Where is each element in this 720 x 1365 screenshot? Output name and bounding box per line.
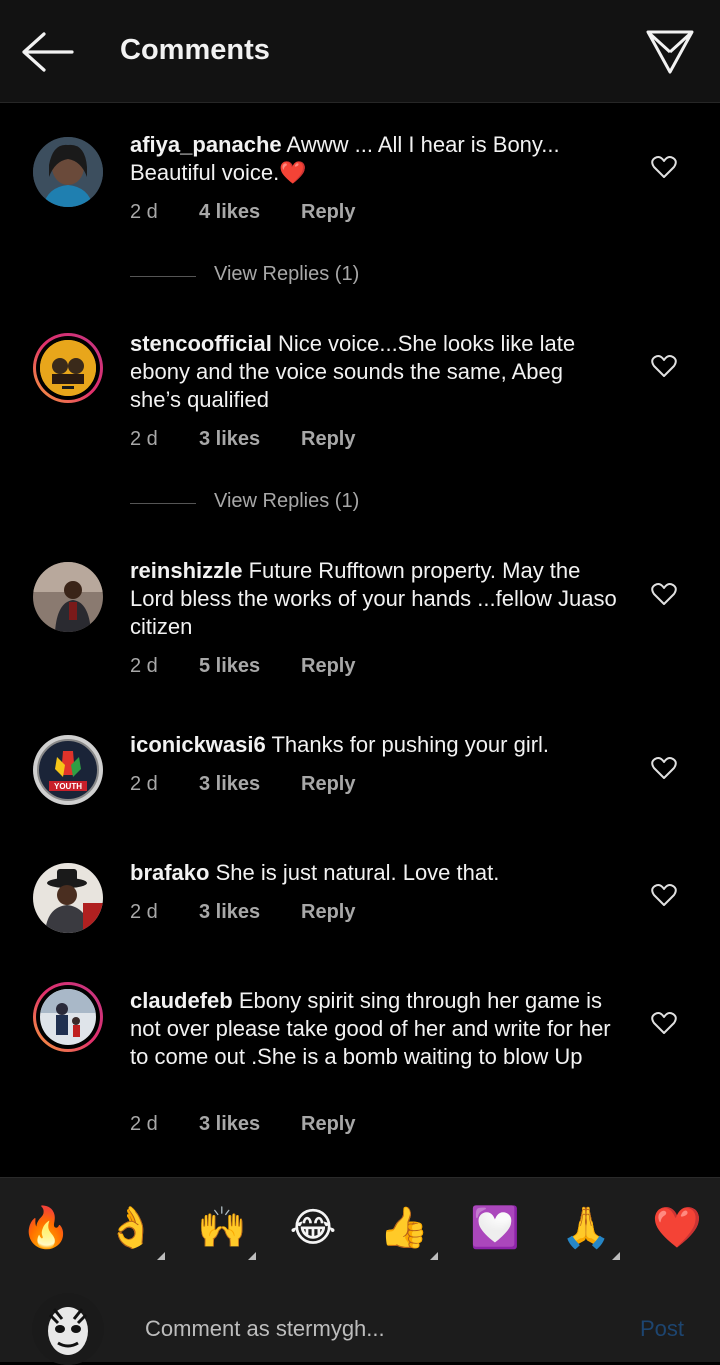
red-heart-emoji-button[interactable]: ❤️ bbox=[651, 1202, 703, 1254]
comment-text: reinshizzle Future Rufftown property. Ma… bbox=[130, 557, 620, 641]
like-heart-icon[interactable] bbox=[651, 582, 677, 606]
comment-text: iconickwasi6 Thanks for pushing your gir… bbox=[130, 731, 620, 759]
comment-time: 2 d bbox=[130, 773, 158, 795]
comment-text: stencoofficial Nice voice...She looks li… bbox=[130, 330, 620, 414]
view-replies-label: View Replies (1) bbox=[214, 490, 360, 512]
comment-time: 2 d bbox=[130, 201, 158, 223]
comment-username[interactable]: afiya_panache bbox=[130, 132, 282, 157]
comment-likes[interactable]: 3 likes bbox=[199, 773, 260, 796]
thumbs-up-emoji: 👍 bbox=[379, 1206, 429, 1250]
like-heart-icon[interactable] bbox=[651, 354, 677, 378]
ok-hand-emoji-button[interactable]: 👌 bbox=[105, 1202, 165, 1260]
reply-button[interactable]: Reply bbox=[301, 773, 355, 796]
back-arrow-icon[interactable] bbox=[20, 30, 76, 74]
comment-input[interactable] bbox=[143, 1311, 607, 1347]
svg-text:YOUTH: YOUTH bbox=[54, 782, 82, 791]
comment-likes[interactable]: 5 likes bbox=[199, 655, 260, 678]
avatar-image bbox=[40, 340, 96, 396]
skin-tone-indicator bbox=[612, 1252, 620, 1260]
current-user-avatar bbox=[32, 1293, 104, 1365]
user-photo-icon bbox=[40, 989, 96, 1045]
user-photo-icon bbox=[33, 562, 103, 632]
ok-hand-emoji: 👌 bbox=[106, 1206, 156, 1250]
comment-likes[interactable]: 3 likes bbox=[199, 428, 260, 451]
comment-time: 2 d bbox=[130, 428, 158, 450]
skin-tone-indicator bbox=[248, 1252, 256, 1260]
comment-text: claudefeb Ebony spirit sing through her … bbox=[130, 987, 620, 1071]
like-heart-icon[interactable] bbox=[651, 883, 677, 907]
comment-username[interactable]: stencoofficial bbox=[130, 331, 272, 356]
post-button[interactable]: Post bbox=[640, 1316, 684, 1342]
view-replies-label: View Replies (1) bbox=[214, 263, 360, 285]
top-bar: Comments bbox=[0, 0, 720, 103]
comment-likes[interactable]: 3 likes bbox=[199, 901, 260, 924]
user-photo-icon bbox=[40, 340, 96, 396]
avatar[interactable] bbox=[33, 137, 103, 207]
raised-hands-emoji: 🙌 bbox=[197, 1206, 247, 1250]
comment-username[interactable]: iconickwasi6 bbox=[130, 732, 266, 757]
skin-tone-indicator bbox=[430, 1252, 438, 1260]
avatar[interactable] bbox=[33, 863, 103, 933]
user-photo-icon bbox=[33, 863, 103, 933]
reply-button[interactable]: Reply bbox=[301, 655, 355, 678]
replies-divider bbox=[130, 503, 196, 504]
direct-message-icon[interactable] bbox=[644, 26, 696, 78]
user-photo-icon: YOUTH bbox=[33, 735, 103, 805]
skin-tone-indicator bbox=[157, 1252, 165, 1260]
reply-button[interactable]: Reply bbox=[301, 1113, 355, 1136]
reaction-composer-bar: 🔥 👌 🙌 😂 👍 💟 🙏 ❤️ Post bbox=[0, 1177, 720, 1365]
comment-time: 2 d bbox=[130, 901, 158, 923]
reply-button[interactable]: Reply bbox=[301, 901, 355, 924]
comment-username[interactable]: brafako bbox=[130, 860, 209, 885]
comment-text: brafako She is just natural. Love that. bbox=[130, 859, 620, 887]
view-replies-button[interactable]: View Replies (1) bbox=[130, 263, 430, 291]
laughing-emoji-button[interactable]: 😂 bbox=[287, 1202, 339, 1254]
comment-time: 2 d bbox=[130, 1113, 158, 1135]
comment-username[interactable]: claudefeb bbox=[130, 988, 233, 1013]
folded-hands-emoji-button[interactable]: 🙏 bbox=[560, 1202, 620, 1260]
comment-likes[interactable]: 4 likes bbox=[199, 201, 260, 224]
user-photo-icon bbox=[33, 137, 103, 207]
fire-emoji-button[interactable]: 🔥 bbox=[20, 1202, 72, 1254]
avatar[interactable]: YOUTH bbox=[33, 735, 103, 805]
thumbs-up-emoji-button[interactable]: 👍 bbox=[378, 1202, 438, 1260]
like-heart-icon[interactable] bbox=[651, 756, 677, 780]
folded-hands-emoji: 🙏 bbox=[561, 1206, 611, 1250]
like-heart-icon[interactable] bbox=[651, 1011, 677, 1035]
avatar[interactable] bbox=[33, 982, 103, 1052]
avatar-image bbox=[40, 989, 96, 1045]
comment-time: 2 d bbox=[130, 655, 158, 677]
avatar[interactable] bbox=[33, 562, 103, 632]
comment-username[interactable]: reinshizzle bbox=[130, 558, 242, 583]
avatar[interactable] bbox=[33, 333, 103, 403]
replies-divider bbox=[130, 276, 196, 277]
comment-text: afiya_panache Awww ... All I hear is Bon… bbox=[130, 131, 620, 187]
reply-button[interactable]: Reply bbox=[301, 201, 355, 224]
like-heart-icon[interactable] bbox=[651, 155, 677, 179]
user-photo-icon bbox=[32, 1293, 104, 1365]
raised-hands-emoji-button[interactable]: 🙌 bbox=[196, 1202, 256, 1260]
comment-body: Thanks for pushing your girl. bbox=[271, 732, 550, 757]
page-title: Comments bbox=[120, 34, 270, 66]
comment-likes[interactable]: 3 likes bbox=[199, 1113, 260, 1136]
reply-button[interactable]: Reply bbox=[301, 428, 355, 451]
view-replies-button[interactable]: View Replies (1) bbox=[130, 490, 430, 518]
comment-body: She is just natural. Love that. bbox=[215, 860, 500, 885]
heart-decoration-emoji-button[interactable]: 💟 bbox=[469, 1202, 521, 1254]
